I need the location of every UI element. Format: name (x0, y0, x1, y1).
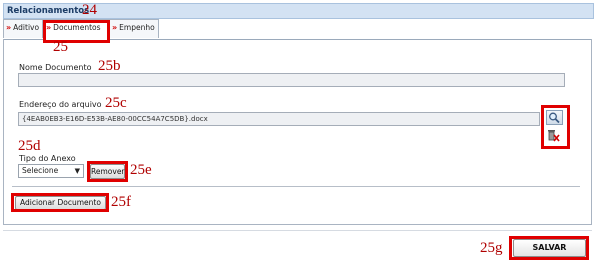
annotation-25f: 25f (111, 194, 131, 210)
annotation-box-25f (11, 193, 109, 212)
tab-label: Empenho (119, 23, 155, 32)
annotation-box-25e (87, 161, 128, 182)
annotation-24: 24 (82, 2, 97, 18)
tab-label: Aditivo (13, 23, 40, 32)
endereco-arquivo-label: Endereço do arquivo (19, 100, 102, 109)
divider (12, 186, 580, 187)
nome-documento-label: Nome Documento (19, 63, 92, 72)
tab-empenho[interactable]: » Empenho (109, 19, 159, 38)
annotation-25c: 25c (105, 95, 127, 111)
nome-documento-input[interactable] (18, 73, 565, 87)
annotation-box-icons (541, 105, 570, 149)
section-title: Relacionamentos (7, 6, 90, 16)
annotation-25d: 25d (18, 138, 41, 154)
annotation-25g: 25g (480, 240, 503, 256)
double-chevron-down-icon: » (112, 23, 118, 32)
tab-aditivo[interactable]: » Aditivo (3, 19, 43, 38)
annotation-25e: 25e (130, 162, 152, 178)
footer-divider (3, 230, 592, 231)
tipo-anexo-select[interactable]: Selecione ▼ (18, 164, 84, 178)
double-chevron-down-icon: » (6, 23, 12, 32)
tipo-anexo-selected: Selecione (22, 166, 59, 175)
annotation-box-25g (509, 236, 589, 260)
endereco-arquivo-input[interactable]: {4EAB0EB3-E16D-E53B-AE80-00CC54A7C5DB}.d… (18, 112, 540, 126)
tipo-anexo-label: Tipo do Anexo (19, 154, 76, 163)
annotation-25b: 25b (98, 58, 121, 74)
dropdown-arrow-icon: ▼ (74, 167, 80, 175)
